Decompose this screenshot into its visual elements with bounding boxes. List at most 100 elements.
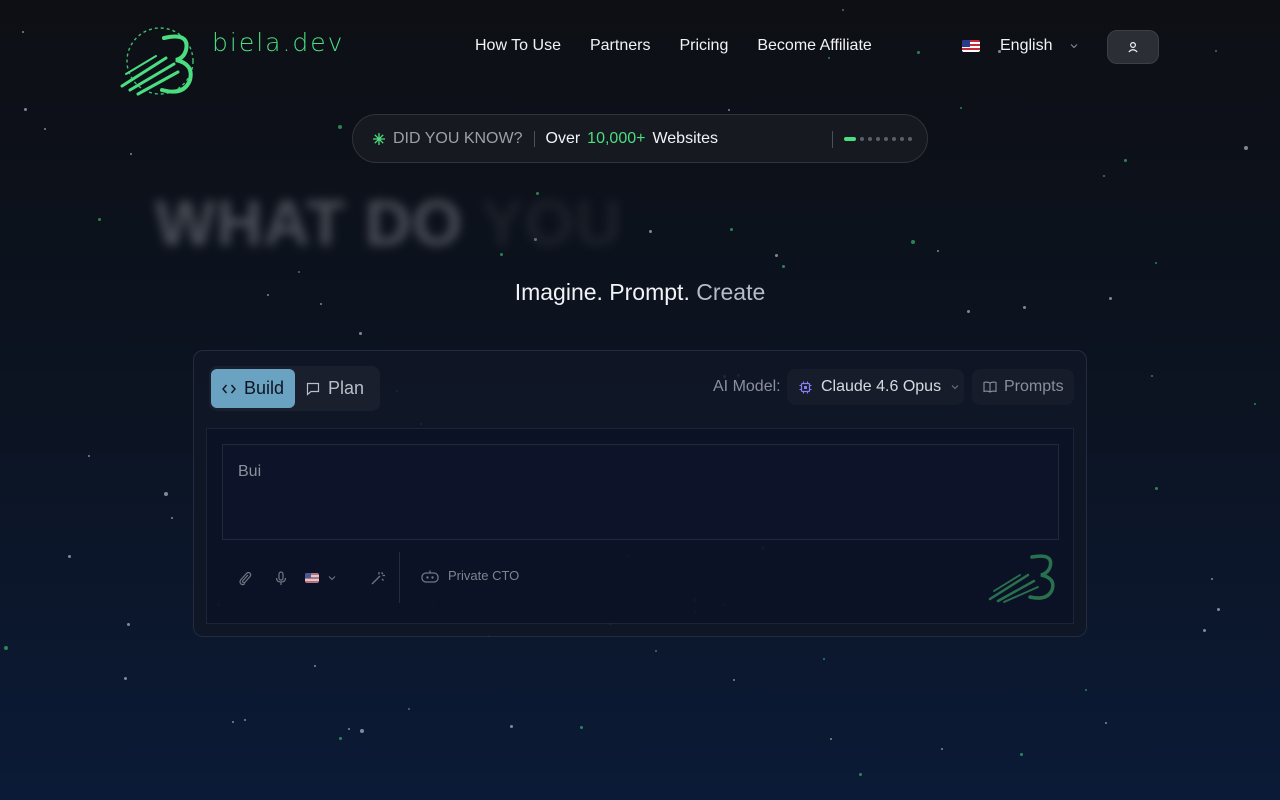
star [649,230,652,233]
star [1023,306,1026,309]
star [960,107,962,109]
language-selector[interactable]: English [962,36,1078,56]
fact-suffix: Websites [652,129,718,147]
slide-dot[interactable] [892,137,896,141]
star [1155,262,1157,264]
star [1151,375,1153,377]
star [1105,722,1107,724]
user-account-button[interactable] [1107,30,1159,64]
star [124,677,127,680]
voice-input-button[interactable] [270,567,292,589]
star [823,658,825,660]
private-cto-label: Private CTO [448,568,520,583]
tagline-muted: Create [696,279,766,305]
star [360,729,364,733]
star [68,555,71,558]
prompt-input[interactable] [222,444,1059,540]
toolbar-divider [399,552,400,603]
star [88,455,90,457]
star [1203,629,1206,632]
star [1244,146,1248,150]
slide-dot[interactable] [908,137,912,141]
tab-build-label: Build [244,378,285,398]
star [408,708,410,710]
star [775,254,778,257]
star [733,679,735,681]
star [937,250,939,252]
fact-number: 10,000+ [587,129,646,147]
star [130,153,132,155]
robot-icon [421,570,439,583]
sparkle-icon [373,132,385,145]
hero-headline-faint: YOU [480,187,623,259]
private-cto-button[interactable]: Private CTO [421,568,519,583]
star [1020,753,1023,756]
hero-tagline: Imagine. Prompt. Create [0,279,1280,306]
star [782,265,785,268]
brand-logo[interactable]: biela.dev [118,24,368,100]
tab-plan[interactable]: Plan [295,369,375,408]
composer-input-area: Private CTO [206,428,1074,624]
nav-how-to-use[interactable]: How To Use [475,36,561,56]
slide-dot[interactable] [884,137,888,141]
slide-dot[interactable] [844,137,856,141]
star [338,125,342,129]
chat-bubble-icon [306,382,320,396]
star [24,108,27,111]
prompts-label: Prompts [1004,378,1064,395]
hero-headline-text: WHAT DO [155,187,463,259]
star [1217,608,1220,611]
enhance-prompt-button[interactable] [366,567,388,589]
slide-dot[interactable] [868,137,872,141]
us-flag-icon [962,40,980,52]
slide-dot[interactable] [900,137,904,141]
nav-become-affiliate[interactable]: Become Affiliate [757,36,871,56]
star [830,738,832,740]
hero-headline: WHAT DO YOU [155,186,622,260]
mode-tabs: Build Plan [209,366,380,411]
brand-name: biela.dev [212,28,345,57]
chevron-down-icon [328,576,336,581]
slide-dot[interactable] [860,137,864,141]
ai-model-label: AI Model: [713,378,781,395]
attach-button[interactable] [234,567,256,589]
star [359,332,362,335]
star [1254,403,1256,405]
fact-prefix: Over [545,129,581,147]
star [580,726,583,729]
divider [533,130,535,147]
nav-partners[interactable]: Partners [590,36,650,56]
did-you-know-label: DID YOU KNOW? [393,129,523,147]
biela-logo-icon [988,554,1055,603]
star [98,218,101,221]
divider [832,131,833,148]
star [44,128,46,130]
chevron-down-icon [951,385,959,390]
user-icon [1128,41,1138,53]
tab-plan-label: Plan [328,378,365,398]
star [967,310,970,313]
star [127,623,130,626]
us-flag-icon [305,573,319,583]
star [164,492,168,496]
ai-model-select[interactable]: Claude 4.6 Opus [787,369,964,405]
book-icon [983,381,997,393]
star [298,271,300,273]
star [1124,159,1127,162]
star [1211,578,1213,580]
site-header: biela.dev How To Use Partners Pricing Be… [0,0,1280,100]
star [1085,689,1087,691]
tab-build[interactable]: Build [211,369,296,408]
star [1155,487,1158,490]
nav-pricing[interactable]: Pricing [679,36,728,56]
paperclip-icon [239,571,252,585]
slide-dot[interactable] [876,137,880,141]
magic-wand-icon [371,571,385,584]
chevron-down-icon [1071,44,1078,49]
ai-model-value: Claude 4.6 Opus [821,378,942,395]
star [171,517,173,519]
star [859,773,862,776]
prompts-button[interactable]: Prompts [972,369,1074,405]
star [510,725,513,728]
input-language-selector[interactable] [305,567,347,589]
